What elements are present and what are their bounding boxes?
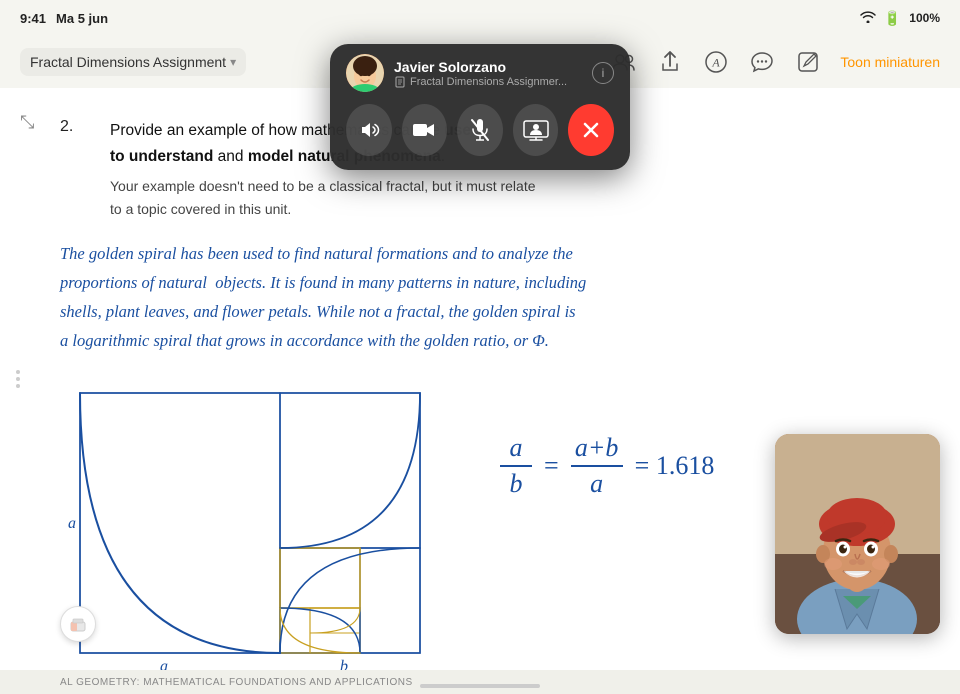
formula-num-a: a	[510, 433, 523, 465]
facetime-controls	[346, 104, 614, 156]
formula-num-aplusb: a+b	[575, 433, 619, 465]
question-subtext: Your example doesn't need to be a classi…	[110, 175, 536, 220]
facetime-mute-button[interactable]	[457, 104, 503, 156]
bottom-bar: AL GEOMETRY: MATHEMATICAL FOUNDATIONS AN…	[0, 670, 960, 694]
facetime-end-button[interactable]	[568, 104, 614, 156]
facetime-name: Javier Solorzano	[394, 59, 582, 75]
camera-person	[775, 434, 940, 634]
svg-text:a: a	[68, 515, 76, 532]
facetime-info: Javier Solorzano Fractal Dimensions Assi…	[394, 59, 582, 88]
status-bar: 9:41 Ma 5 jun 🔋 100%	[0, 0, 960, 36]
collapse-icon[interactable]: ⤡	[20, 112, 34, 133]
status-right: 🔋 100%	[860, 10, 940, 27]
status-left: 9:41 Ma 5 jun	[20, 11, 108, 26]
formula-equals2: = 1.618	[635, 451, 715, 481]
formula-den-a: a	[590, 467, 603, 499]
doc-icon	[394, 76, 406, 88]
drawing-area: a a b a b = a+b a = 1.	[60, 373, 900, 670]
facetime-header: Javier Solorzano Fractal Dimensions Assi…	[346, 54, 614, 92]
question-number: 2.	[60, 118, 90, 220]
spiral-diagram: a a b	[60, 373, 460, 670]
facetime-speaker-button[interactable]	[346, 104, 392, 156]
pencil-a-icon[interactable]: A	[702, 48, 730, 76]
page-dot	[16, 384, 20, 388]
svg-text:a: a	[160, 658, 168, 670]
eraser-tool[interactable]	[60, 606, 96, 642]
svg-text:A: A	[712, 56, 721, 70]
handwritten-text: The golden spiral has been used to find …	[60, 240, 900, 356]
facetime-subtitle: Fractal Dimensions Assignmer...	[394, 76, 582, 88]
bubble-icon[interactable]	[748, 48, 776, 76]
share-icon[interactable]	[656, 48, 684, 76]
page-dot	[16, 370, 20, 374]
handwritten-answer: The golden spiral has been used to find …	[60, 236, 900, 360]
formula-equals1: =	[544, 451, 559, 481]
status-day: Ma 5 jun	[56, 11, 108, 26]
status-time: 9:41	[20, 11, 46, 26]
facetime-overlay: Javier Solorzano Fractal Dimensions Assi…	[330, 44, 630, 170]
formula-den-b: b	[510, 467, 523, 499]
page-indicator	[16, 370, 20, 388]
battery-level: 100%	[909, 11, 940, 25]
spiral-svg: a a b	[60, 373, 460, 670]
page-dot	[16, 377, 20, 381]
toon-miniaturen-button[interactable]: Toon miniaturen	[840, 54, 940, 70]
question-text-mid: and	[213, 148, 247, 165]
svg-text:b: b	[340, 658, 348, 670]
wifi-icon	[860, 11, 876, 26]
doc-title-text: Fractal Dimensions Assignment	[30, 54, 226, 70]
facetime-subtitle-text: Fractal Dimensions Assignmer...	[410, 76, 567, 88]
facetime-avatar	[346, 54, 384, 92]
edit-icon[interactable]	[794, 48, 822, 76]
person-svg	[775, 434, 940, 634]
camera-preview	[775, 434, 940, 634]
chevron-down-icon: ▾	[230, 55, 236, 69]
facetime-video-button[interactable]	[402, 104, 448, 156]
doc-title[interactable]: Fractal Dimensions Assignment ▾	[20, 48, 246, 76]
facetime-screen-share-button[interactable]	[513, 104, 559, 156]
facetime-info-button[interactable]: i	[592, 62, 614, 84]
toolbar-right: A Toon miniaturen	[610, 48, 940, 76]
battery-icon: 🔋	[884, 10, 901, 27]
bottom-text: AL GEOMETRY: MATHEMATICAL FOUNDATIONS AN…	[60, 677, 413, 688]
home-indicator	[420, 684, 540, 688]
